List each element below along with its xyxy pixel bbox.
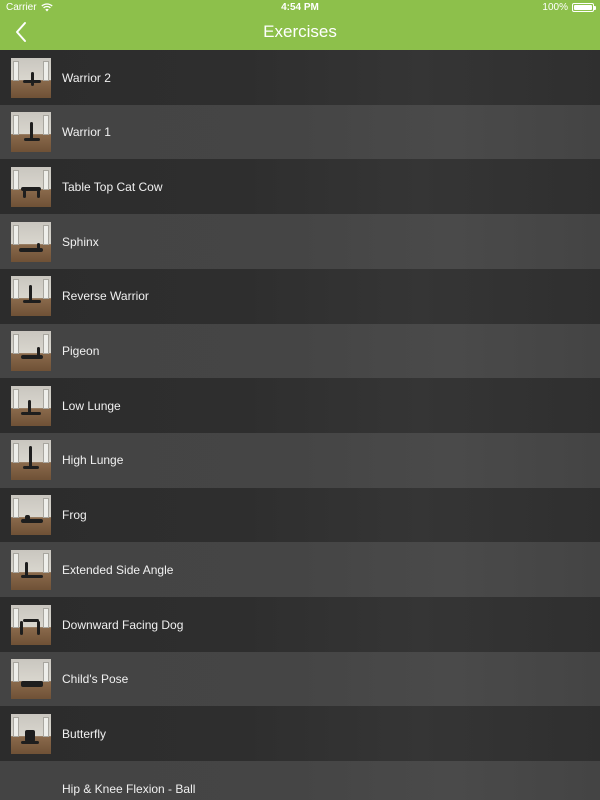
exercise-thumbnail — [11, 659, 51, 700]
thumbnail-window — [13, 662, 19, 683]
thumbnail-figure — [37, 347, 40, 356]
exercise-thumbnail — [11, 549, 51, 590]
thumbnail-figure — [25, 515, 30, 521]
thumbnail-window — [13, 60, 19, 81]
thumbnail-window — [13, 498, 19, 519]
list-item[interactable]: Hip & Knee Flexion - Ball — [0, 761, 600, 800]
exercise-thumbnail — [11, 166, 51, 207]
exercise-label: Sphinx — [62, 234, 99, 249]
exercise-list[interactable]: Warrior 2 Warrior 1 Table Top Cat Cow Sphin… — [0, 50, 600, 800]
list-item[interactable]: Frog — [0, 487, 600, 543]
thumbnail-figure — [37, 620, 40, 635]
thumbnail-figure — [23, 300, 41, 304]
exercise-label: Low Lunge — [62, 398, 121, 413]
status-time: 4:54 PM — [281, 2, 319, 13]
exercise-label: High Lunge — [62, 453, 124, 468]
battery-fill — [574, 5, 592, 10]
battery-percent: 100% — [542, 2, 568, 13]
exercise-label: Child's Pose — [62, 672, 129, 687]
battery-icon — [572, 3, 596, 12]
thumbnail-window — [43, 279, 49, 300]
list-item[interactable]: Extended Side Angle — [0, 542, 600, 598]
exercise-label: Downward Facing Dog — [62, 617, 184, 632]
exercise-label: Warrior 1 — [62, 125, 111, 140]
exercise-label: Extended Side Angle — [62, 562, 174, 577]
exercise-thumbnail — [11, 495, 51, 536]
list-item[interactable]: Warrior 2 — [0, 50, 600, 105]
status-right: 100% — [542, 2, 596, 13]
exercise-label: Table Top Cat Cow — [62, 179, 163, 194]
exercise-thumbnail — [11, 221, 51, 262]
exercise-label: Pigeon — [62, 344, 100, 358]
thumbnail-figure — [29, 446, 32, 469]
thumbnail-window — [13, 552, 19, 573]
thumbnail-window — [43, 498, 49, 519]
thumbnail-figure — [21, 574, 43, 578]
thumbnail-figure — [21, 411, 41, 415]
thumbnail-figure — [23, 79, 41, 83]
list-item[interactable]: Pigeon — [0, 323, 600, 379]
thumbnail-window — [43, 224, 49, 245]
thumbnail-window — [13, 388, 19, 409]
thumbnail-window — [43, 169, 49, 190]
thumbnail-figure — [23, 189, 26, 198]
thumbnail-window — [43, 60, 49, 81]
list-item[interactable]: Butterfly — [0, 706, 600, 762]
list-item[interactable]: Table Top Cat Cow — [0, 159, 600, 215]
thumbnail-window — [43, 552, 49, 573]
exercise-thumbnail — [11, 713, 51, 754]
list-item[interactable]: Sphinx — [0, 214, 600, 270]
thumbnail-window — [43, 662, 49, 683]
exercise-thumbnail — [11, 331, 51, 371]
thumbnail-figure — [23, 466, 39, 470]
list-item[interactable]: Child's Pose — [0, 651, 600, 707]
list-item[interactable]: Reverse Warrior — [0, 268, 600, 324]
thumbnail-window — [43, 607, 49, 628]
list-item[interactable]: High Lunge — [0, 432, 600, 488]
thumbnail-figure — [37, 242, 40, 249]
exercise-label: Reverse Warrior — [62, 289, 149, 304]
thumbnail-window — [13, 334, 19, 354]
exercise-label: Butterfly — [62, 726, 107, 741]
exercise-thumbnail — [11, 604, 51, 645]
exercise-thumbnail — [11, 385, 51, 426]
battery-tip — [594, 6, 596, 10]
thumbnail-figure — [37, 189, 40, 198]
thumbnail-window — [13, 279, 19, 300]
thumbnail-window — [13, 169, 19, 190]
thumbnail-figure — [21, 681, 43, 688]
exercise-thumbnail — [11, 112, 51, 153]
exercise-label: Warrior 2 — [62, 70, 111, 85]
page-title: Exercises — [263, 22, 337, 41]
thumbnail-figure — [21, 355, 43, 359]
thumbnail-figure — [21, 740, 39, 744]
thumbnail-figure — [31, 71, 34, 86]
thumbnail-window — [13, 607, 19, 628]
thumbnail-window — [13, 224, 19, 245]
thumbnail-window — [43, 115, 49, 136]
thumbnail-window — [43, 334, 49, 354]
thumbnail-figure — [21, 519, 43, 524]
list-item[interactable]: Low Lunge — [0, 378, 600, 434]
thumbnail-figure — [24, 138, 40, 142]
thumbnail-window — [13, 716, 19, 737]
exercise-thumbnail — [11, 57, 51, 98]
nav-bar: Carrier 4:54 PM 100% Exercises — [0, 0, 600, 50]
exercise-label: Hip & Knee Flexion - Ball — [62, 781, 196, 796]
thumbnail-figure — [20, 620, 23, 635]
exercise-thumbnail — [11, 276, 51, 317]
thumbnail-window — [13, 115, 19, 136]
thumbnail-window — [43, 716, 49, 737]
thumbnail-window — [43, 388, 49, 409]
exercise-thumbnail — [11, 440, 51, 481]
thumbnail-window — [43, 443, 49, 464]
list-item[interactable]: Downward Facing Dog — [0, 597, 600, 652]
status-bar: Carrier 4:54 PM 100% — [0, 0, 600, 16]
exercise-label: Frog — [62, 508, 87, 523]
list-item[interactable]: Warrior 1 — [0, 104, 600, 160]
thumbnail-window — [13, 443, 19, 464]
